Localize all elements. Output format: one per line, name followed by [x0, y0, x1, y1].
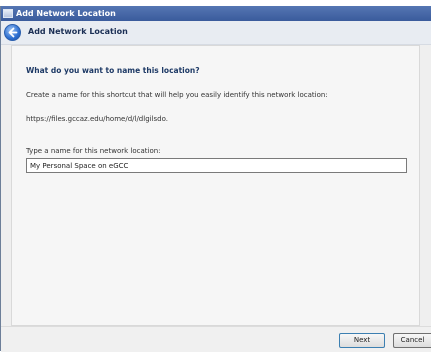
wizard-title: Add Network Location — [28, 27, 128, 36]
back-arrow-icon — [8, 27, 18, 38]
name-field-label: Type a name for this network location: — [26, 147, 161, 155]
wizard-content: What do you want to name this location? … — [11, 45, 420, 326]
instruction-text: Create a name for this shortcut that wil… — [26, 91, 328, 99]
wizard-window: Add Network Location Add Network Locatio… — [0, 6, 431, 352]
wizard-footer: Next Cancel — [1, 326, 431, 352]
location-name-input[interactable] — [26, 158, 407, 173]
network-location-url: https://files.gccaz.edu/home/d/l/dlgilsd… — [26, 115, 169, 123]
next-button[interactable]: Next — [339, 333, 385, 348]
title-bar[interactable]: Add Network Location — [1, 6, 431, 21]
page-heading: What do you want to name this location? — [26, 66, 200, 75]
cancel-button[interactable]: Cancel — [393, 333, 431, 348]
back-button[interactable] — [4, 24, 21, 41]
network-folder-icon — [3, 9, 13, 18]
wizard-header: Add Network Location — [1, 21, 431, 45]
window-title: Add Network Location — [16, 9, 116, 18]
